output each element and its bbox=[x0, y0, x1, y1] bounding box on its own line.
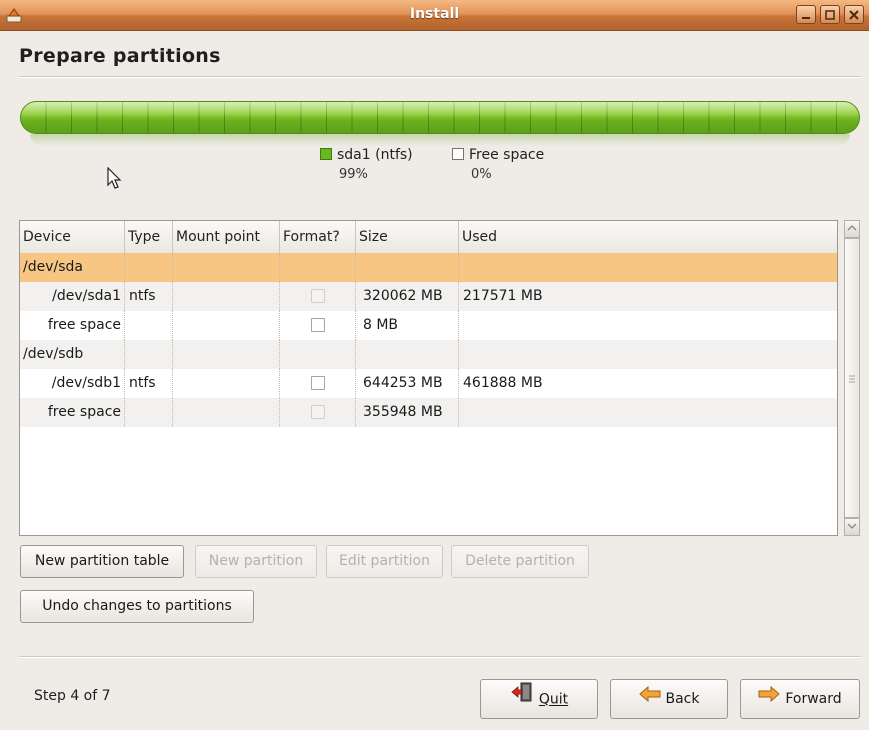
table-row[interactable]: /dev/sda1 ntfs 320062 MB 217571 MB bbox=[20, 282, 837, 311]
partition-bar-highlight bbox=[21, 102, 859, 116]
partition-bar-reflection bbox=[30, 134, 850, 146]
mouse-cursor-icon bbox=[107, 167, 122, 189]
legend-label-sda1: sda1 (ntfs) bbox=[337, 147, 413, 163]
type-cell: ntfs bbox=[125, 369, 173, 398]
mount-cell bbox=[173, 398, 280, 427]
arrow-right-icon bbox=[758, 680, 781, 718]
used-cell bbox=[459, 253, 837, 282]
column-header-format[interactable]: Format? bbox=[280, 221, 356, 253]
format-cell bbox=[280, 311, 356, 340]
format-cell bbox=[280, 369, 356, 398]
size-cell bbox=[356, 253, 459, 282]
format-cell bbox=[280, 340, 356, 369]
quit-door-icon bbox=[510, 680, 534, 719]
legend-sda1: sda1 (ntfs) 99% bbox=[320, 147, 413, 182]
legend-label-free-space: Free space bbox=[469, 147, 545, 163]
close-icon bbox=[849, 10, 859, 20]
partition-table[interactable]: Device Type Mount point Format? Size Use… bbox=[19, 220, 838, 536]
mount-cell bbox=[173, 253, 280, 282]
page-title: Prepare partitions bbox=[19, 45, 221, 67]
size-cell: 644253 MB bbox=[356, 369, 459, 398]
legend-percent-sda1: 99% bbox=[339, 167, 368, 182]
device-cell: free space bbox=[20, 311, 125, 340]
type-cell bbox=[125, 340, 173, 369]
arrow-left-icon bbox=[638, 680, 661, 718]
used-cell: 217571 MB bbox=[463, 288, 543, 304]
device-cell: /dev/sdb1 bbox=[20, 369, 125, 398]
device-cell: /dev/sda1 bbox=[20, 282, 125, 311]
type-cell bbox=[125, 253, 173, 282]
legend-swatch-free-space bbox=[452, 148, 464, 160]
table-row[interactable]: free space 8 MB bbox=[20, 311, 837, 340]
minimize-button[interactable] bbox=[796, 5, 816, 24]
delete-partition-button[interactable]: Delete partition bbox=[451, 545, 589, 578]
device-cell: /dev/sda bbox=[20, 253, 125, 282]
column-header-used[interactable]: Used bbox=[459, 221, 837, 253]
chevron-up-icon bbox=[847, 225, 857, 231]
maximize-button[interactable] bbox=[820, 5, 840, 24]
scrollbar-thumb[interactable] bbox=[845, 238, 859, 518]
window-titlebar[interactable]: Install bbox=[0, 0, 869, 31]
table-row[interactable]: /dev/sdb bbox=[20, 340, 837, 369]
size-cell: 8 MB bbox=[356, 311, 459, 340]
used-cell: 461888 MB bbox=[463, 375, 543, 391]
device-cell: free space bbox=[20, 398, 125, 427]
column-header-size[interactable]: Size bbox=[356, 221, 459, 253]
size-cell: 320062 MB bbox=[356, 282, 459, 311]
format-cell bbox=[280, 398, 356, 427]
partition-bar bbox=[20, 101, 860, 134]
window-title: Install bbox=[409, 6, 460, 22]
format-checkbox[interactable] bbox=[311, 376, 325, 390]
type-cell bbox=[125, 398, 173, 427]
minimize-icon bbox=[802, 17, 810, 19]
format-checkbox bbox=[311, 405, 325, 419]
chevron-down-icon bbox=[847, 523, 857, 529]
table-row[interactable]: /dev/sdb1 ntfs 644253 MB 461888 MB bbox=[20, 369, 837, 398]
used-cell bbox=[459, 340, 837, 369]
forward-label: Forward bbox=[785, 691, 842, 707]
scroll-down-button[interactable] bbox=[845, 518, 859, 535]
undo-changes-button[interactable]: Undo changes to partitions bbox=[20, 590, 254, 623]
maximize-icon bbox=[825, 10, 835, 20]
mount-cell bbox=[173, 340, 280, 369]
forward-button[interactable]: Forward bbox=[740, 679, 860, 719]
table-row[interactable]: free space 355948 MB bbox=[20, 398, 837, 427]
step-indicator: Step 4 of 7 bbox=[34, 688, 111, 704]
scroll-up-button[interactable] bbox=[845, 221, 859, 238]
size-cell bbox=[356, 340, 459, 369]
edit-partition-button[interactable]: Edit partition bbox=[326, 545, 443, 578]
table-row[interactable]: /dev/sda bbox=[20, 253, 837, 282]
back-label: Back bbox=[665, 691, 700, 707]
column-header-device[interactable]: Device bbox=[20, 221, 125, 253]
format-checkbox[interactable] bbox=[311, 318, 325, 332]
type-cell: ntfs bbox=[125, 282, 173, 311]
quit-label: Quit bbox=[538, 691, 569, 708]
type-cell bbox=[125, 311, 173, 340]
column-header-type[interactable]: Type bbox=[125, 221, 173, 253]
size-cell: 355948 MB bbox=[356, 398, 459, 427]
format-cell bbox=[280, 253, 356, 282]
header-divider bbox=[19, 76, 861, 78]
legend-free-space: Free space 0% bbox=[452, 147, 544, 182]
mount-cell bbox=[173, 282, 280, 311]
mount-cell bbox=[173, 369, 280, 398]
used-cell bbox=[459, 311, 837, 340]
close-button[interactable] bbox=[844, 5, 864, 24]
footer-divider bbox=[19, 656, 861, 658]
device-cell: /dev/sdb bbox=[20, 340, 125, 369]
back-button[interactable]: Back bbox=[610, 679, 728, 719]
used-cell bbox=[459, 398, 837, 427]
legend-percent-free-space: 0% bbox=[471, 167, 492, 182]
column-header-mount-point[interactable]: Mount point bbox=[173, 221, 280, 253]
new-partition-button[interactable]: New partition bbox=[195, 545, 317, 578]
format-cell bbox=[280, 282, 356, 311]
table-scrollbar[interactable] bbox=[844, 220, 860, 536]
quit-button[interactable]: Quit bbox=[480, 679, 598, 719]
new-partition-table-button[interactable]: New partition table bbox=[20, 545, 184, 578]
mount-cell bbox=[173, 311, 280, 340]
legend-swatch-sda1 bbox=[320, 148, 332, 160]
format-checkbox bbox=[311, 289, 325, 303]
grip-icon bbox=[849, 375, 855, 383]
table-header: Device Type Mount point Format? Size Use… bbox=[20, 221, 837, 254]
